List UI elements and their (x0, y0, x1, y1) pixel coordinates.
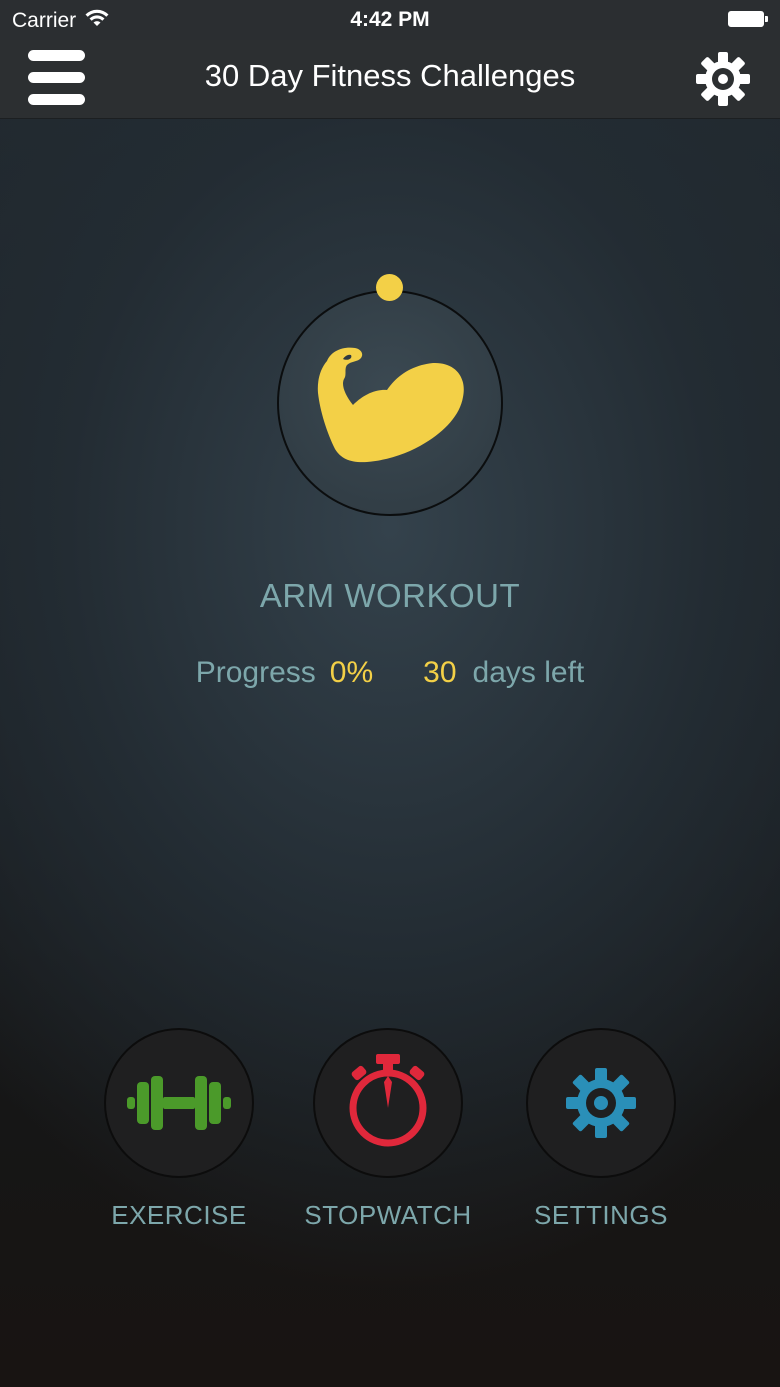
settings-circle (526, 1028, 676, 1178)
settings-button[interactable]: SETTINGS (491, 1028, 711, 1231)
progress-value: 0% (329, 656, 374, 689)
exercise-label: EXERCISE (111, 1200, 247, 1230)
gear-icon[interactable] (694, 50, 752, 108)
exercise-circle (104, 1028, 254, 1178)
dumbbell-icon (127, 1076, 231, 1130)
navigation-bar: 30 Day Fitness Challenges (0, 40, 780, 119)
progress-indicator-dot (376, 274, 403, 301)
status-time: 4:42 PM (350, 8, 430, 31)
progress-summary: Progress 0% 30 days left (0, 656, 780, 690)
days-left-value: 30 (423, 656, 457, 689)
workout-title: ARM WORKOUT (259, 577, 521, 614)
stopwatch-button[interactable]: STOPWATCH (278, 1028, 498, 1231)
stopwatch-circle (313, 1028, 463, 1178)
gear-icon (566, 1068, 636, 1138)
days-left-label: days left (472, 656, 585, 689)
flexed-bicep-icon (317, 345, 465, 463)
progress-label: Progress (195, 656, 316, 689)
page-title: 30 Day Fitness Challenges (204, 58, 576, 93)
status-bar: Carrier 4:42 PM (0, 0, 780, 40)
settings-label: SETTINGS (533, 1200, 668, 1230)
battery-icon (728, 11, 768, 27)
stopwatch-label: STOPWATCH (304, 1200, 472, 1230)
exercise-button[interactable]: EXERCISE (69, 1028, 289, 1231)
stopwatch-icon (349, 1054, 427, 1147)
